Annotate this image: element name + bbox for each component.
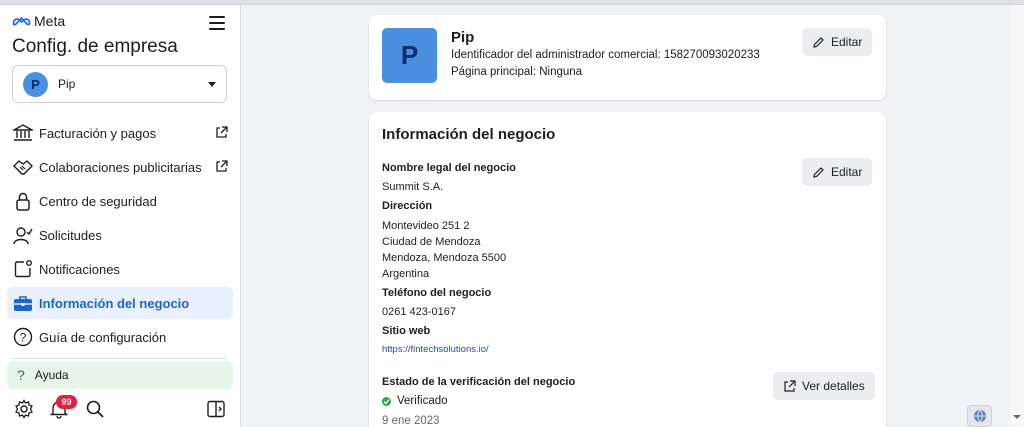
business-avatar: P: [382, 28, 437, 83]
account-switcher[interactable]: P Pip: [12, 65, 227, 103]
website-label: Sitio web: [382, 325, 431, 337]
address-line: Ciudad de Mendoza: [382, 236, 481, 248]
business-info-card: Información del negocio Editar Nombre le…: [369, 112, 886, 427]
external-link-icon: [216, 160, 228, 172]
brand-name: Meta: [34, 13, 66, 29]
search-icon[interactable]: [85, 399, 105, 419]
sidebar-item-label: Notificaciones: [39, 261, 120, 277]
sidebar-item-requests[interactable]: Solicitudes: [7, 219, 233, 251]
svg-text:?: ?: [19, 331, 26, 345]
help-label: Ayuda: [34, 368, 69, 382]
notification-count-badge: 99: [56, 395, 77, 409]
meta-logo-icon: [12, 16, 31, 26]
address-label: Dirección: [382, 200, 433, 212]
sidebar-item-notifications[interactable]: Notificaciones: [7, 253, 233, 285]
bank-icon: [12, 123, 33, 144]
panel-toggle-icon[interactable]: [206, 399, 226, 419]
sidebar-item-security[interactable]: Centro de seguridad: [7, 185, 233, 217]
lock-icon: [12, 191, 33, 212]
sidebar-item-label: Centro de seguridad: [39, 193, 157, 209]
view-details-button[interactable]: Ver detalles: [773, 372, 875, 400]
help-icon: ?: [17, 367, 25, 383]
address-line: Mendoza, Mendoza 5500: [382, 252, 507, 264]
address-line: Montevideo 251 2: [382, 220, 470, 232]
sidebar: Meta Config. de empresa P Pip Facturació…: [0, 5, 241, 427]
globe-icon[interactable]: [967, 405, 992, 427]
sidebar-item-label: Solicitudes: [39, 227, 102, 243]
edit-label: Editar: [831, 35, 863, 49]
meta-brand[interactable]: Meta: [12, 13, 65, 29]
help-button[interactable]: ? Ayuda: [7, 361, 233, 389]
main-page: Página principal: Ninguna: [451, 66, 583, 78]
business-name: Pip: [451, 29, 475, 46]
website-link[interactable]: https://fintechsolutions.io/: [382, 344, 489, 355]
edit-profile-button[interactable]: Editar: [802, 28, 873, 56]
briefcase-icon: [12, 293, 33, 314]
sidebar-item-partnerships[interactable]: Colaboraciones publicitarias: [7, 151, 233, 183]
verification-status-text: Verificado: [397, 395, 448, 407]
sidebar-bottom-toolbar: 99: [0, 395, 241, 425]
sidebar-item-label: Facturación y pagos: [39, 125, 157, 141]
scrollbar[interactable]: [1010, 5, 1024, 427]
question-icon: ?: [12, 327, 33, 348]
business-profile-card: P Pip Identificador del administrador co…: [369, 15, 886, 100]
chevron-down-icon: [208, 81, 216, 87]
sidebar-item-label: Información del negocio: [39, 295, 190, 311]
edit-label: Editar: [831, 165, 863, 179]
person-check-icon: [12, 225, 33, 246]
view-details-label: Ver detalles: [802, 379, 865, 393]
legal-name-value: Summit S.A.: [382, 181, 444, 193]
section-title: Información del negocio: [382, 126, 556, 143]
legal-name-label: Nombre legal del negocio: [382, 162, 516, 174]
menu-toggle-icon[interactable]: [209, 16, 225, 30]
settings-gear-icon[interactable]: [14, 399, 34, 419]
sidebar-item-billing[interactable]: Facturación y pagos: [7, 117, 233, 149]
sidebar-title: Config. de empresa: [12, 36, 178, 57]
verification-status: Verificado: [382, 395, 448, 407]
pencil-icon: [813, 166, 824, 178]
edit-business-info-button[interactable]: Editar: [802, 158, 873, 186]
check-circle-icon: [382, 396, 391, 406]
verification-date: 9 ene 2023: [382, 415, 440, 427]
account-avatar: P: [23, 71, 48, 97]
sidebar-item-business-info[interactable]: Información del negocio: [7, 287, 233, 319]
account-name: Pip: [58, 77, 76, 91]
address-line: Argentina: [382, 268, 430, 280]
verification-label: Estado de la verificación del negocio: [382, 376, 576, 388]
handshake-icon: [12, 157, 33, 178]
scroll-down-arrow-icon[interactable]: [1013, 415, 1021, 419]
sidebar-divider: [12, 358, 227, 359]
phone-label: Teléfono del negocio: [382, 287, 492, 299]
sidebar-item-setup-guide[interactable]: ? Guía de configuración: [7, 321, 233, 353]
sidebar-item-label: Guía de configuración: [39, 329, 167, 345]
notification-icon: [12, 259, 33, 280]
phone-value: 0261 423-0167: [382, 306, 457, 318]
sidebar-item-label: Colaboraciones publicitarias: [39, 159, 202, 175]
pencil-icon: [813, 36, 824, 48]
external-link-icon: [784, 379, 796, 392]
admin-id: Identificador del administrador comercia…: [451, 49, 760, 61]
external-link-icon: [216, 126, 228, 138]
